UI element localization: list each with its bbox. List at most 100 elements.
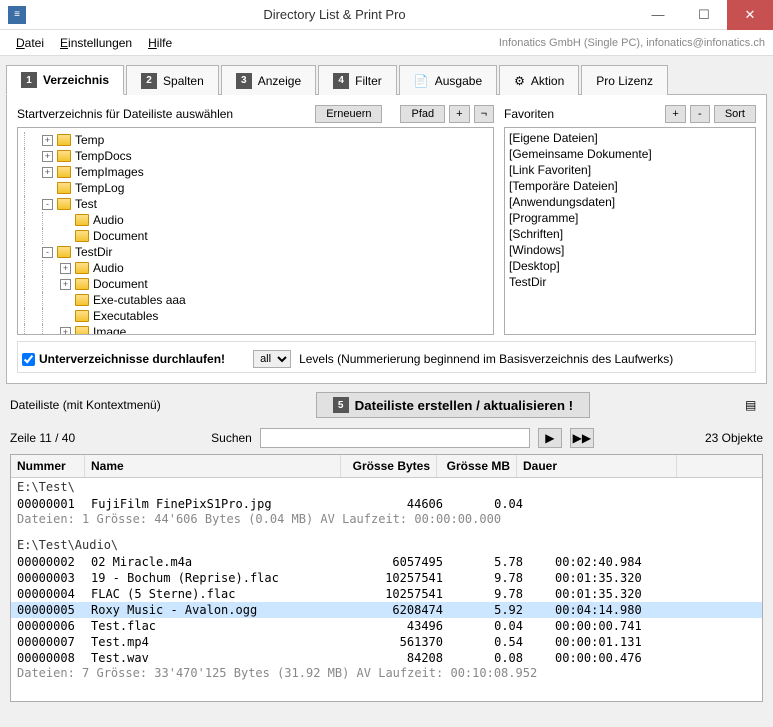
- tree-node[interactable]: +Image: [20, 324, 491, 335]
- file-row[interactable]: 00000008Test.wav842080.0800:00:00.476: [11, 650, 762, 666]
- tab-verzeichnis[interactable]: 1Verzeichnis: [6, 65, 124, 95]
- tab-content-verzeichnis: Startverzeichnis für Dateiliste auswähle…: [6, 95, 767, 384]
- tree-node[interactable]: Exe-cutables aaa: [20, 292, 491, 308]
- file-list-body[interactable]: E:\Test\00000001FujiFilm FinePixS1Pro.jp…: [11, 478, 762, 702]
- file-list: Nummer Name Grösse Bytes Grösse MB Dauer…: [10, 454, 763, 702]
- expand-icon[interactable]: +: [60, 263, 71, 274]
- folder-icon: [57, 246, 71, 258]
- folder-icon: [57, 182, 71, 194]
- folder-icon: [75, 214, 89, 226]
- tree-node[interactable]: +Document: [20, 276, 491, 292]
- fav-plus-button[interactable]: +: [665, 105, 685, 123]
- file-row[interactable]: 00000001FujiFilm FinePixS1Pro.jpg446060.…: [11, 496, 762, 512]
- window-title: Directory List & Print Pro: [34, 7, 635, 22]
- collapse-icon[interactable]: -: [42, 247, 53, 258]
- tree-node[interactable]: Audio: [20, 212, 491, 228]
- col-nummer[interactable]: Nummer: [11, 455, 85, 477]
- file-row[interactable]: 00000004FLAC (5 Sterne).flac102575419.78…: [11, 586, 762, 602]
- tab-pro-lizenz[interactable]: Pro Lizenz: [581, 65, 668, 95]
- expand-icon[interactable]: +: [60, 327, 71, 336]
- maximize-button[interactable]: ☐: [681, 0, 727, 30]
- tree-node[interactable]: +TempDocs: [20, 148, 491, 164]
- favorite-item[interactable]: TestDir: [509, 274, 751, 290]
- file-row[interactable]: 00000007Test.mp45613700.5400:00:01.131: [11, 634, 762, 650]
- create-filelist-button[interactable]: 5 Dateiliste erstellen / aktualisieren !: [316, 392, 591, 418]
- tree-node[interactable]: +Audio: [20, 260, 491, 276]
- favorite-item[interactable]: [Gemeinsame Dokumente]: [509, 146, 751, 162]
- favorite-item[interactable]: [Eigene Dateien]: [509, 130, 751, 146]
- favorites-label: Favoriten: [504, 107, 661, 121]
- doc-icon: 📄: [414, 74, 429, 88]
- tab-spalten[interactable]: 2Spalten: [126, 65, 219, 95]
- tree-node[interactable]: -Test: [20, 196, 491, 212]
- favorite-item[interactable]: [Windows]: [509, 242, 751, 258]
- favorite-item[interactable]: [Schriften]: [509, 226, 751, 242]
- menubar: Datei Einstellungen Hilfe Infonatics Gmb…: [0, 30, 773, 56]
- group-summary: Dateien: 7 Grösse: 33'470'125 Bytes (31.…: [11, 666, 762, 690]
- col-mb[interactable]: Grösse MB: [437, 455, 517, 477]
- folder-icon: [75, 262, 89, 274]
- expand-icon[interactable]: +: [42, 135, 53, 146]
- tab-aktion[interactable]: ⚙Aktion: [499, 65, 579, 95]
- tree-node[interactable]: Document: [20, 228, 491, 244]
- folder-icon: [57, 150, 71, 162]
- tab-filter[interactable]: 4Filter: [318, 65, 397, 95]
- tree-node[interactable]: +Temp: [20, 132, 491, 148]
- folder-icon: [57, 166, 71, 178]
- favorite-item[interactable]: [Temporäre Dateien]: [509, 178, 751, 194]
- path-button[interactable]: Pfad: [400, 105, 445, 123]
- tree-node[interactable]: -TestDir: [20, 244, 491, 260]
- collapse-icon[interactable]: -: [42, 199, 53, 210]
- close-button[interactable]: ✕: [727, 0, 773, 30]
- minimize-button[interactable]: —: [635, 0, 681, 30]
- expand-icon[interactable]: +: [42, 151, 53, 162]
- file-row[interactable]: 00000006Test.flac434960.0400:00:00.741: [11, 618, 762, 634]
- search-label: Suchen: [211, 431, 252, 445]
- folder-icon: [75, 294, 89, 306]
- col-dauer[interactable]: Dauer: [517, 455, 677, 477]
- startdir-label: Startverzeichnis für Dateiliste auswähle…: [17, 107, 311, 121]
- menu-datei[interactable]: Datei: [8, 33, 52, 53]
- fav-sort-button[interactable]: Sort: [714, 105, 756, 123]
- menu-hilfe[interactable]: Hilfe: [140, 33, 180, 53]
- file-list-header[interactable]: Nummer Name Grösse Bytes Grösse MB Dauer: [11, 455, 762, 478]
- search-next-button[interactable]: ▶: [538, 428, 562, 448]
- search-input[interactable]: [260, 428, 530, 448]
- expand-icon[interactable]: +: [60, 279, 71, 290]
- favorite-item[interactable]: [Programme]: [509, 210, 751, 226]
- favorites-list[interactable]: [Eigene Dateien][Gemeinsame Dokumente][L…: [504, 127, 756, 335]
- folder-icon: [57, 198, 71, 210]
- file-row[interactable]: 00000005Roxy Music - Avalon.ogg62084745.…: [11, 602, 762, 618]
- license-info: Infonatics GmbH (Single PC), infonatics@…: [499, 37, 765, 49]
- menu-einstellungen[interactable]: Einstellungen: [52, 33, 140, 53]
- folder-icon: [57, 134, 71, 146]
- search-last-button[interactable]: ▶▶: [570, 428, 594, 448]
- favorite-item[interactable]: [Link Favoriten]: [509, 162, 751, 178]
- col-name[interactable]: Name: [85, 455, 341, 477]
- gear-icon: ⚙: [514, 74, 525, 88]
- recurse-checkbox[interactable]: Unterverzeichnisse durchlaufen!: [22, 352, 225, 366]
- app-icon: ≡: [8, 6, 26, 24]
- tree-layout-icon[interactable]: ▤: [745, 398, 763, 412]
- folder-icon: [75, 230, 89, 242]
- levels-select[interactable]: all: [253, 350, 291, 368]
- expand-icon[interactable]: +: [42, 167, 53, 178]
- file-row[interactable]: 0000000319 - Bochum (Reprise).flac102575…: [11, 570, 762, 586]
- tab-anzeige[interactable]: 3Anzeige: [221, 65, 316, 95]
- path-not-button[interactable]: ¬: [474, 105, 494, 123]
- tree-node[interactable]: Executables: [20, 308, 491, 324]
- tab-ausgabe[interactable]: 📄Ausgabe: [399, 65, 497, 95]
- fav-minus-button[interactable]: -: [690, 105, 710, 123]
- folder-icon: [75, 278, 89, 290]
- file-row[interactable]: 0000000202 Miracle.m4a60574955.7800:02:4…: [11, 554, 762, 570]
- directory-tree[interactable]: +Temp+TempDocs+TempImagesTempLog-TestAud…: [17, 127, 494, 335]
- tab-strip: 1Verzeichnis2Spalten3Anzeige4Filter📄Ausg…: [6, 64, 767, 95]
- tree-node[interactable]: +TempImages: [20, 164, 491, 180]
- refresh-button[interactable]: Erneuern: [315, 105, 382, 123]
- col-bytes[interactable]: Grösse Bytes: [341, 455, 437, 477]
- tree-node[interactable]: TempLog: [20, 180, 491, 196]
- favorite-item[interactable]: [Anwendungsdaten]: [509, 194, 751, 210]
- group-path: E:\Test\Audio\: [11, 536, 762, 554]
- path-plus-button[interactable]: +: [449, 105, 469, 123]
- favorite-item[interactable]: [Desktop]: [509, 258, 751, 274]
